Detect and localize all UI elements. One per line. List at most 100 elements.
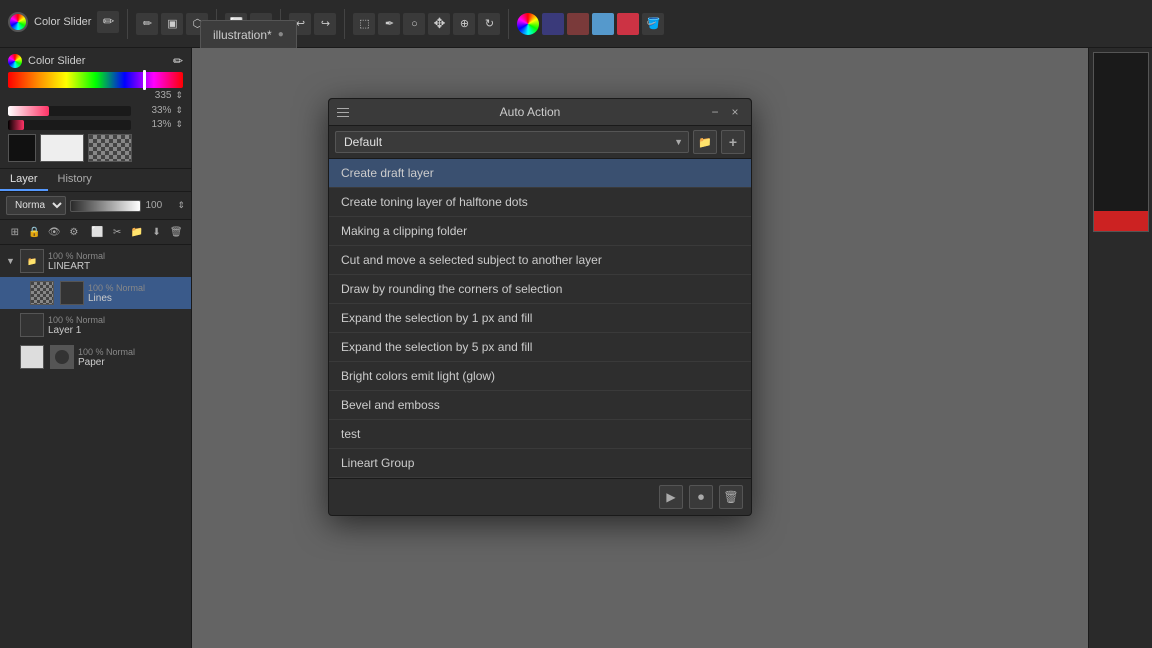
illustration-tab[interactable]: illustration* ●: [200, 20, 297, 48]
value-slider[interactable]: [8, 120, 131, 130]
lasso-icon[interactable]: ○: [403, 13, 425, 35]
new-layer-set-icon[interactable]: ⊞: [6, 223, 24, 241]
expand-arrow-icon: ▼: [6, 256, 16, 266]
navigator-thumbnail[interactable]: [1093, 52, 1149, 232]
rotate-icon[interactable]: ↻: [478, 13, 500, 35]
eye-icon[interactable]: 👁: [45, 223, 63, 241]
action-making-clipping[interactable]: Making a clipping folder: [329, 217, 751, 246]
mask-icon[interactable]: ⬜: [89, 223, 107, 241]
dialog-minimize-button[interactable]: −: [707, 104, 723, 120]
pen-tool-icon[interactable]: ✒: [378, 13, 400, 35]
action-test[interactable]: test: [329, 420, 751, 449]
dialog-add-btn[interactable]: +: [721, 130, 745, 154]
bucket-icon[interactable]: 🪣: [642, 13, 664, 35]
paper-layer-name: Paper: [78, 357, 185, 368]
dialog-close-button[interactable]: ×: [727, 104, 743, 120]
action-label: Cut and move a selected subject to anoth…: [341, 253, 602, 267]
dialog-title: Auto Action: [353, 105, 707, 119]
action-label: Expand the selection by 1 px and fill: [341, 311, 532, 325]
palette-icon1[interactable]: [542, 13, 564, 35]
saturation-slider-row: 33% ⇕: [8, 105, 183, 116]
paper-layer-item[interactable]: 100 % Normal Paper: [0, 341, 191, 373]
opacity-slider[interactable]: [70, 200, 141, 212]
move-icon[interactable]: ✥: [428, 13, 450, 35]
layers-list: ▼ 📁 100 % Normal LINEART 100 % Normal Li…: [0, 245, 191, 648]
color-circle-icon[interactable]: [517, 13, 539, 35]
background-color-swatch[interactable]: [40, 134, 84, 162]
layer-props-icon[interactable]: ⚙: [65, 223, 83, 241]
lineart-group-meta: 100 % Normal: [48, 251, 185, 261]
tab-history[interactable]: History: [48, 169, 102, 191]
action-bevel-emboss[interactable]: Bevel and emboss: [329, 391, 751, 420]
transparent-swatch[interactable]: [88, 134, 132, 162]
action-label: test: [341, 427, 360, 441]
action-draw-rounding[interactable]: Draw by rounding the corners of selectio…: [329, 275, 751, 304]
lineart-group-thumb: 📁: [20, 249, 44, 273]
action-label: Lineart Group: [341, 456, 414, 470]
action-lineart-group[interactable]: Lineart Group: [329, 449, 751, 478]
layers-tabs: Layer History: [0, 169, 191, 192]
paper-layer-info: 100 % Normal Paper: [78, 347, 185, 368]
lines-thumb-content: [60, 281, 84, 305]
action-cut-move[interactable]: Cut and move a selected subject to anoth…: [329, 246, 751, 275]
hue-arrows-icon[interactable]: ⇕: [175, 90, 183, 101]
swatch-red[interactable]: [617, 13, 639, 35]
lines-layer-info: 100 % Normal Lines: [88, 283, 185, 304]
action-label: Draw by rounding the corners of selectio…: [341, 282, 562, 296]
dialog-menu-icon[interactable]: [337, 104, 353, 120]
blend-mode-select[interactable]: Normal: [6, 196, 66, 215]
action-expand-5px[interactable]: Expand the selection by 5 px and fill: [329, 333, 751, 362]
lines-layer-meta: 100 % Normal: [88, 283, 185, 293]
pencil-tool-icon[interactable]: ✏: [136, 13, 158, 35]
delete-layer-icon[interactable]: 🗑: [167, 223, 185, 241]
action-create-draft-layer[interactable]: Create draft layer: [329, 159, 751, 188]
action-expand-1px[interactable]: Expand the selection by 1 px and fill: [329, 304, 751, 333]
auto-action-dialog: Auto Action − × Default ▼ 📁 + Create dra…: [328, 98, 752, 516]
opacity-value: 100: [145, 200, 173, 211]
saturation-value: 33%: [135, 105, 171, 116]
foreground-color-swatch[interactable]: [8, 134, 36, 162]
lock-icon[interactable]: 🔒: [26, 223, 44, 241]
saturation-arrows[interactable]: ⇕: [175, 105, 183, 116]
left-panel: Color Slider ✏ 335 ⇕ 33% ⇕ 13: [0, 48, 192, 648]
color-eyedropper-icon[interactable]: ✏: [97, 11, 119, 33]
play-action-button[interactable]: ▶: [659, 485, 683, 509]
hue-value: 335: [155, 90, 172, 101]
action-create-toning-layer[interactable]: Create toning layer of halftone dots: [329, 188, 751, 217]
hue-gradient-bar[interactable]: [8, 72, 183, 88]
dialog-preset-select[interactable]: Default: [335, 131, 689, 153]
tab-layer[interactable]: Layer: [0, 169, 48, 191]
merge-icon[interactable]: ⬇: [148, 223, 166, 241]
redo-icon[interactable]: ↪: [314, 13, 336, 35]
layer1-item[interactable]: 100 % Normal Layer 1: [0, 309, 191, 341]
action-label: Bright colors emit light (glow): [341, 369, 495, 383]
transform-icon[interactable]: ⬚: [353, 13, 375, 35]
folder-icon[interactable]: 📁: [128, 223, 146, 241]
value-slider-row: 13% ⇕: [8, 119, 183, 130]
value-arrows[interactable]: ⇕: [175, 119, 183, 130]
layer1-meta: 100 % Normal: [48, 315, 185, 325]
palette-icon2[interactable]: [567, 13, 589, 35]
action-label: Create toning layer of halftone dots: [341, 195, 528, 209]
clip-icon[interactable]: ✂: [108, 223, 126, 241]
color-pipette-icon[interactable]: ✏: [173, 54, 183, 68]
layers-section: Layer History Normal 100 ⇕ ⊞ 🔒 👁 ⚙ ⬜ ✂ 📁…: [0, 169, 191, 648]
zoom-icon[interactable]: ⊕: [453, 13, 475, 35]
record-action-button[interactable]: ⏺: [689, 485, 713, 509]
opacity-arrows[interactable]: ⇕: [177, 200, 185, 211]
lineart-group-item[interactable]: ▼ 📁 100 % Normal LINEART: [0, 245, 191, 277]
lineart-group-info: 100 % Normal LINEART: [48, 251, 185, 272]
fill-tool-icon[interactable]: ▣: [161, 13, 183, 35]
swatch-blue[interactable]: [592, 13, 614, 35]
action-bright-colors-glow[interactable]: Bright colors emit light (glow): [329, 362, 751, 391]
color-slider-panel-label: Color Slider: [28, 55, 167, 67]
action-list: Create draft layer Create toning layer o…: [329, 159, 751, 478]
saturation-slider[interactable]: [8, 106, 131, 116]
paper-thumb-content: [50, 345, 74, 369]
tab-close-icon[interactable]: ●: [278, 29, 284, 40]
lines-layer-item[interactable]: 100 % Normal Lines: [0, 277, 191, 309]
color-slider-tool-label: Color Slider: [34, 16, 91, 28]
dialog-folder-btn[interactable]: 📁: [693, 130, 717, 154]
delete-action-button[interactable]: 🗑: [719, 485, 743, 509]
color-wheel-icon[interactable]: [8, 12, 28, 32]
